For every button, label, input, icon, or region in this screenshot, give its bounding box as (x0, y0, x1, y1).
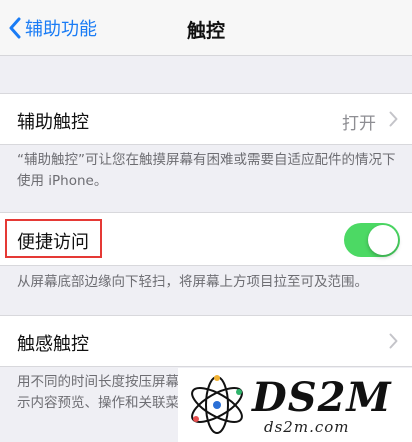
assistive-touch-footer: “辅助触控”可让您在触摸屏幕有困难或需要自适应配件的情况下使用 iPhone。 (17, 152, 396, 189)
haptic-touch-label: 触感触控 (17, 334, 89, 355)
reachability-footer: 从屏幕底部边缘向下轻扫，将屏幕上方项目拉至可及范围。 (17, 274, 368, 290)
assistive-touch-value: 打开 (342, 114, 376, 134)
page-title: 触控 (186, 20, 225, 42)
navigation-bar: 辅助功能 触控 (0, 0, 412, 56)
atom-logo-icon (191, 375, 243, 434)
watermark: DS2M ds2m.com (178, 368, 412, 442)
watermark-url: ds2m.com (264, 418, 350, 436)
chevron-right-icon (389, 111, 398, 127)
chevron-right-icon (389, 333, 398, 349)
assistive-touch-label: 辅助触控 (17, 112, 89, 133)
haptic-touch-row[interactable]: 触感触控 (0, 315, 412, 367)
watermark-logo-text: DS2M (252, 374, 392, 421)
reachability-toggle[interactable] (344, 223, 400, 257)
highlight-box (5, 219, 102, 258)
toggle-knob (368, 225, 398, 255)
assistive-touch-row[interactable]: 辅助触控 打开 (0, 93, 412, 145)
